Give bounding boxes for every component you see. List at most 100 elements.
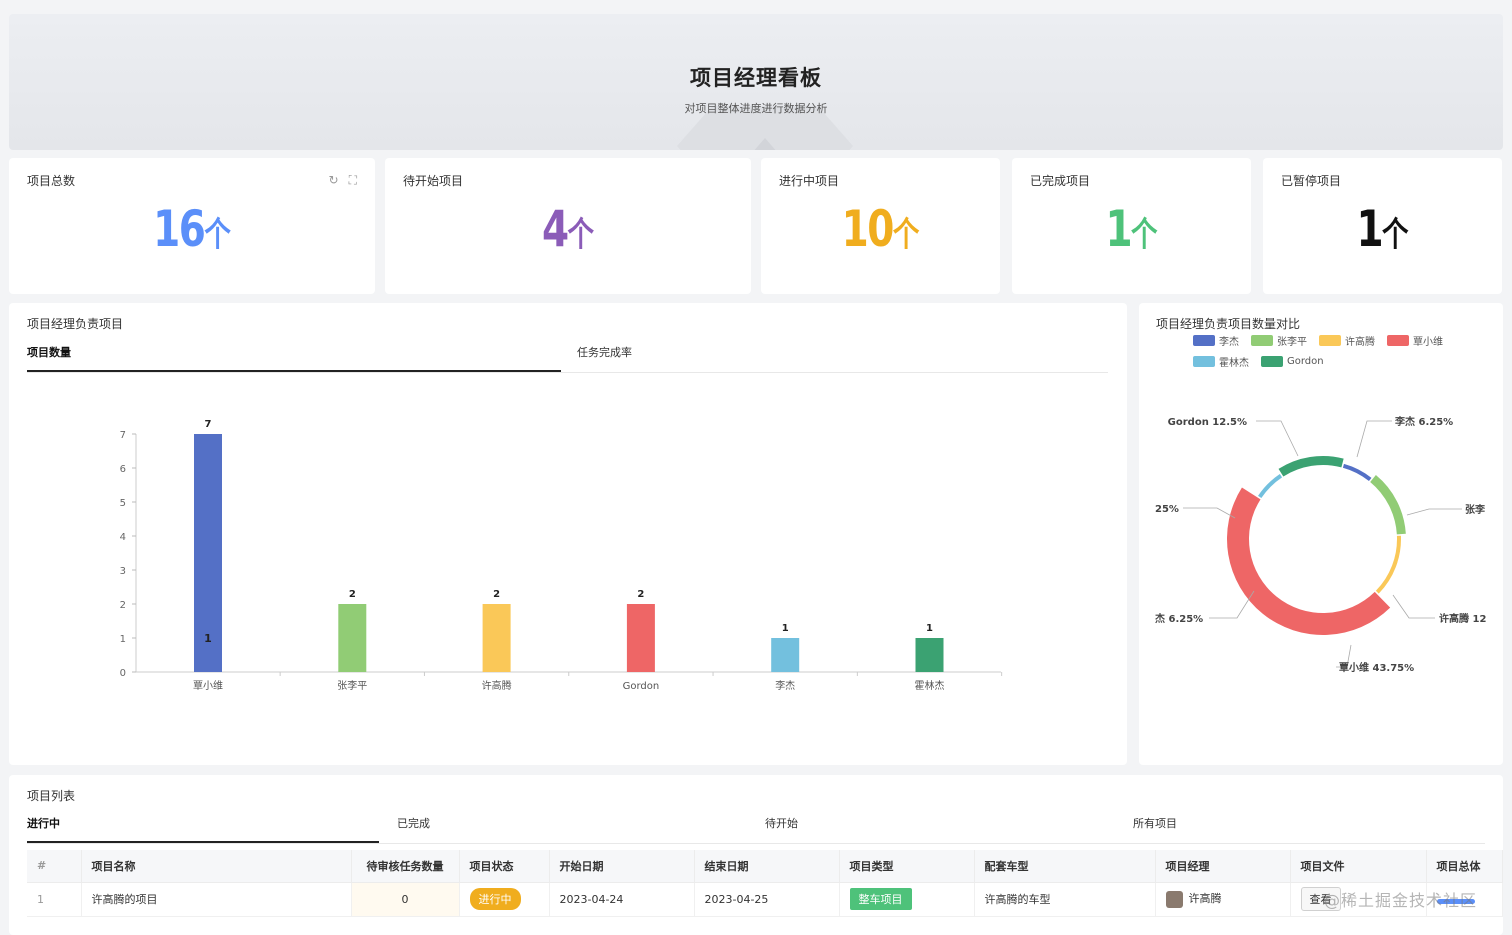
project-table: # 项目名称 待审核任务数量 项目状态 开始日期 结束日期 项目类型 配套车型 … [27,850,1503,917]
y-tick-label: 0 [120,668,126,679]
pie-slice [1258,474,1283,499]
col-name: 项目名称 [81,850,352,883]
pie-chart-panel: 项目经理负责项目数量对比 李杰 张李平 许高腾 覃小维 霍林杰 Gordon G… [1139,303,1503,765]
table-header-row: # 项目名称 待审核任务数量 项目状态 开始日期 结束日期 项目类型 配套车型 … [27,850,1503,883]
stat-card-in-progress: 进行中项目 10个 [761,158,1000,294]
cell-manager: 许高腾 [1155,882,1291,917]
fullscreen-icon[interactable]: ⛶ [349,173,357,188]
bar-chart-panel: 项目经理负责项目 项目数量 任务完成率 0 1 2 3 4 5 6 7 7 覃小维 2 张李平 2 许高腾… [9,303,1127,765]
bar [915,638,944,672]
pie-slice [1375,535,1401,594]
pie-slice [1227,487,1391,636]
cell-index: 1 [27,882,82,917]
cell-type: 整车项目 [839,882,975,917]
bar-value-label: 2 [349,589,356,600]
bar [482,604,511,672]
pie-slice-label: 许高腾 12 [1439,612,1486,625]
pie-chart: Gordon 12.5% 李杰 6.25% 张李 25% 杰 6.25% 许高腾 12 覃小… [1155,415,1486,674]
project-list-panel: 项目列表 进行中 已完成 待开始 所有项目 # 项目名称 待审核任务数量 项目状… [9,775,1503,935]
stat-unit: 个 [567,215,595,255]
cell-end-date: 2023-04-25 [694,882,840,917]
bar [626,604,655,672]
stat-unit: 个 [1131,215,1158,255]
bar-annotation: 1 [204,632,212,645]
y-tick-label: 4 [120,532,126,543]
y-tick-label: 6 [120,464,126,475]
status-badge: 进行中 [469,888,521,910]
cell-pending-tasks: 0 [351,882,460,917]
stat-value: 1个 [1356,200,1409,258]
pie-slice-label: Gordon 12.5% [1168,417,1247,428]
pie-leader-line [1256,420,1299,457]
col-end-date: 结束日期 [694,850,840,883]
col-status: 项目状态 [459,850,550,883]
col-manager: 项目经理 [1155,850,1291,883]
stat-card-pending: 待开始项目 4个 [385,158,751,294]
pie-slice-label: 张李 [1465,503,1486,516]
tab-in-progress[interactable]: 进行中 [27,815,379,843]
stat-unit: 个 [204,215,231,255]
stat-label: 已暂停项目 [1281,174,1342,188]
table-row[interactable]: 1 许高腾的项目 0 进行中 2023-04-24 2023-04-25 整车项… [27,882,1503,917]
col-pending-tasks: 待审核任务数量 [351,850,460,883]
stat-label: 项目总数 [27,174,76,188]
bar [771,638,800,672]
y-tick-label: 7 [120,430,126,441]
col-type: 项目类型 [839,850,975,883]
stat-value: 10个 [841,200,920,258]
pie-slice-label: 覃小维 43.75% [1339,661,1414,674]
col-start-date: 开始日期 [549,850,695,883]
stat-unit: 个 [1382,215,1409,255]
bar-value-label: 2 [637,589,644,600]
pie-slice-label: 李杰 6.25% [1394,415,1453,428]
page-title: 项目经理看板 [690,66,822,90]
card-tools: ↻ ⛶ [329,173,357,188]
pie-leader-line [1406,508,1462,516]
bar-value-label: 7 [205,419,212,430]
bar-value-label: 2 [493,589,500,600]
x-tick-label: 许高腾 [482,679,512,692]
pie-slice [1278,456,1344,477]
watermark: @稀土掘金技术社区 [1323,891,1477,910]
page-subtitle: 对项目整体进度进行数据分析 [684,102,828,115]
pie-leader-line [1392,594,1435,619]
stat-card-paused: 已暂停项目 1个 [1263,158,1502,294]
x-tick-label: 霍林杰 [915,679,945,692]
tab-pending[interactable]: 待开始 [747,815,1115,843]
bar-value-label: 1 [926,623,933,634]
project-list-tabs: 进行中 已完成 待开始 所有项目 [27,815,1485,844]
pie-slice-label: 25% [1155,504,1179,515]
bar-value-label: 1 [782,623,789,634]
cell-status: 进行中 [459,882,550,917]
x-tick-label: Gordon [623,681,660,692]
type-tag: 整车项目 [849,888,912,910]
cell-model: 许高腾的车型 [974,882,1156,917]
col-file: 项目文件 [1290,850,1427,883]
x-tick-label: 覃小维 [193,679,223,692]
y-tick-label: 2 [120,600,126,611]
avatar [1165,890,1183,908]
refresh-icon[interactable]: ↻ [329,173,339,188]
stat-label: 待开始项目 [403,174,464,188]
project-list-title: 项目列表 [27,789,76,803]
stat-value: 1个 [1105,200,1158,258]
cell-start-date: 2023-04-24 [549,882,695,917]
pie-slice [1342,463,1372,482]
bar-chart: 0 1 2 3 4 5 6 7 7 覃小维 2 张李平 2 许高腾 2 Gordon 1 李杰 1 霍林杰 1 [120,419,1003,692]
cell-name: 许高腾的项目 [81,882,352,917]
pie-leader-line [1356,420,1392,458]
stat-card-total: 项目总数 ↻ ⛶ 16个 [9,158,375,294]
y-tick-label: 1 [120,634,126,645]
tab-completed[interactable]: 已完成 [379,815,747,843]
col-index: # [27,850,82,883]
tab-all-projects[interactable]: 所有项目 [1115,815,1177,843]
col-model: 配套车型 [974,850,1156,883]
stat-label: 已完成项目 [1030,174,1091,188]
stat-card-completed: 已完成项目 1个 [1012,158,1251,294]
stat-label: 进行中项目 [779,174,840,188]
pie-slice [1370,475,1406,535]
y-tick-label: 5 [120,498,126,509]
x-tick-label: 李杰 [775,679,795,692]
dashboard-header: 项目经理看板 对项目整体进度进行数据分析 [9,14,1503,150]
stat-value: 16个 [153,200,231,258]
